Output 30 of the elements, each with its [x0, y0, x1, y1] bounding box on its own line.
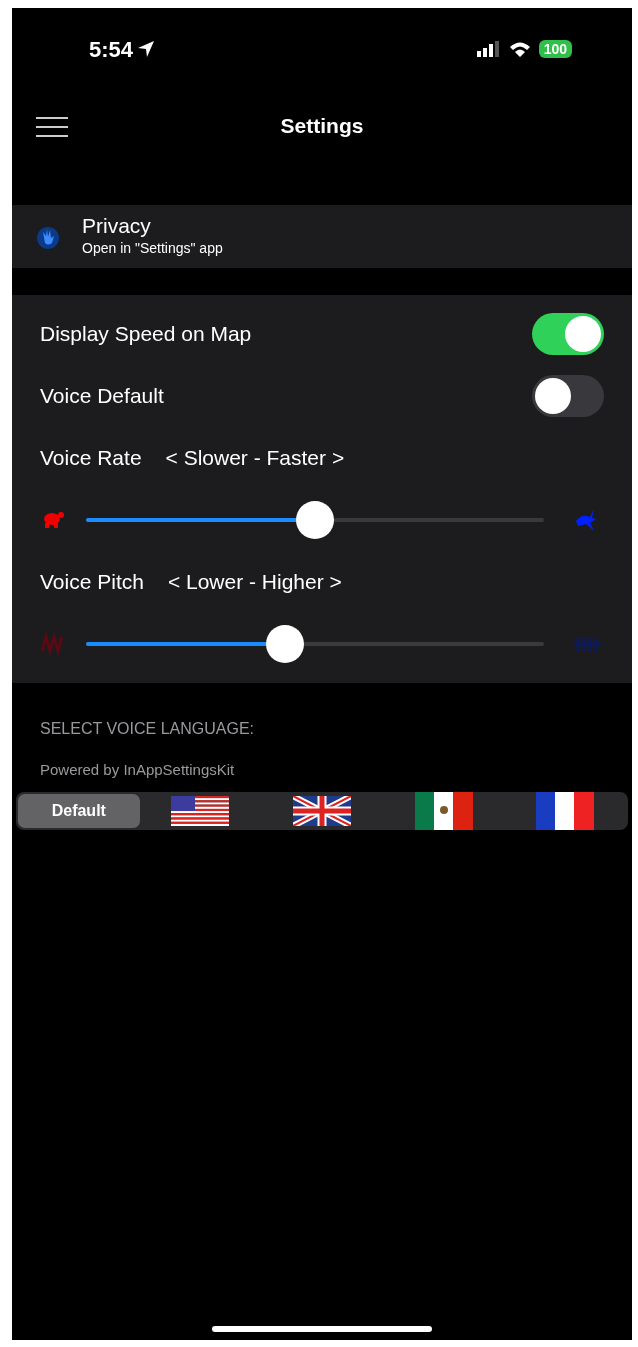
wifi-icon [508, 41, 531, 57]
toggle-switch[interactable] [532, 375, 604, 417]
page-title: Settings [280, 113, 364, 140]
setting-label: Voice Rate [40, 445, 142, 472]
setting-label: Voice Default [40, 383, 164, 410]
us-flag-icon [171, 795, 230, 826]
slider-thumb[interactable] [266, 625, 305, 663]
signal-icon [476, 41, 501, 57]
section-footer: Powered by InAppSettingsKit [12, 741, 632, 782]
section-header: SELECT VOICE LANGUAGE: [39, 719, 255, 739]
range-hint: < Lower - Higher > [167, 569, 342, 596]
setting-label: Display Speed on Map [40, 321, 252, 348]
toggle-switch[interactable] [532, 313, 604, 355]
menu-icon [36, 115, 68, 138]
privacy-row[interactable]: Privacy Open in "Settings" app [12, 205, 632, 268]
setting-label: Voice Pitch [40, 569, 144, 596]
slider-track[interactable] [86, 624, 544, 664]
segment-button[interactable]: Default [18, 793, 140, 828]
battery-level: 100 [538, 40, 572, 58]
slider-thumb[interactable] [296, 501, 334, 539]
location-arrow-icon [137, 40, 156, 58]
uk-flag-icon [293, 795, 351, 826]
privacy-subtitle: Open in "Settings" app [82, 238, 223, 258]
status-time: 5:54 [89, 35, 134, 64]
mexico-flag-icon [414, 791, 473, 830]
range-hint: < Slower - Faster > [165, 445, 345, 472]
slider-track[interactable] [86, 500, 544, 540]
privacy-title: Privacy [82, 214, 152, 238]
menu-button[interactable] [36, 114, 68, 138]
france-flag-icon [536, 791, 595, 830]
